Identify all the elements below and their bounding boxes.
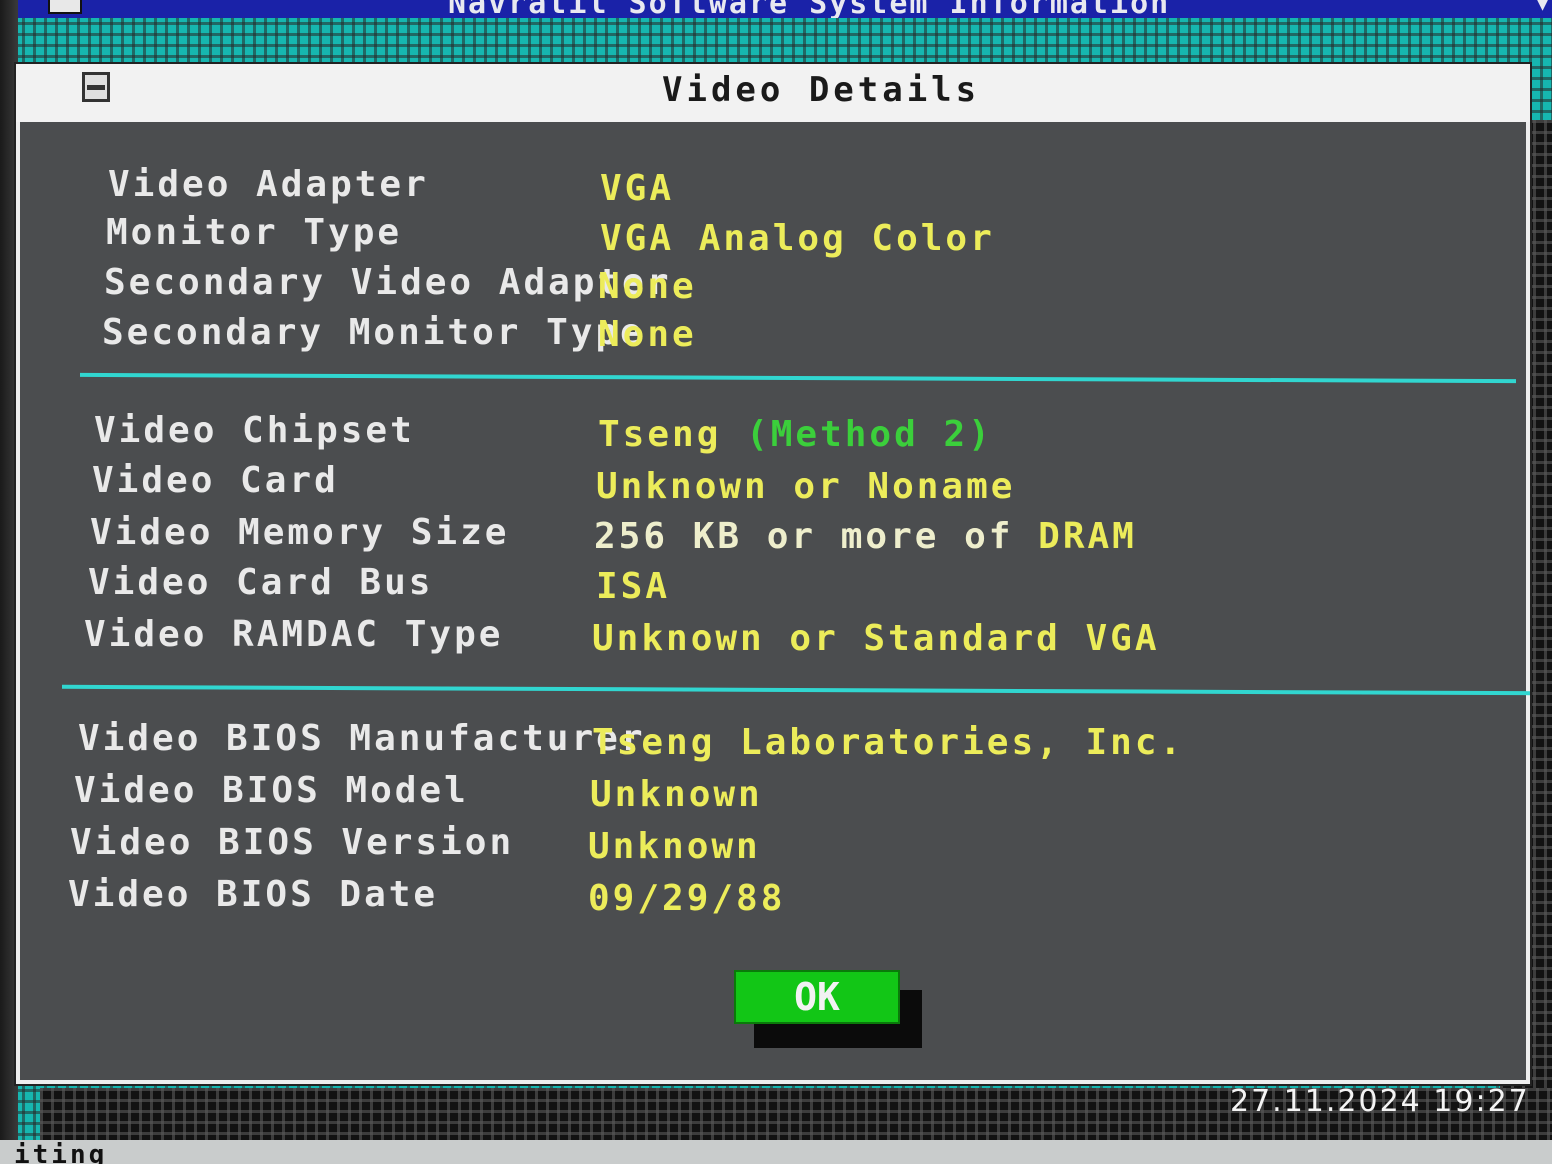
label-video-bios-manufacturer: Video BIOS Manufacturer — [78, 718, 646, 759]
value-video-ramdac-type: Unknown or Standard VGA — [592, 618, 1160, 659]
system-menu-button[interactable] — [82, 72, 110, 102]
label-video-ramdac-type: Video RAMDAC Type — [84, 614, 504, 655]
video-details-dialog: Video Details Video Adapter VGA Monitor … — [14, 62, 1532, 1086]
value-video-adapter: VGA — [600, 168, 675, 209]
value-video-bios-version: Unknown — [588, 826, 761, 867]
section-divider — [79, 372, 1517, 384]
value-video-bios-model: Unknown — [590, 774, 763, 815]
background-status-area: iting — [0, 1140, 1552, 1164]
label-monitor-type: Monitor Type — [106, 212, 403, 253]
background-status-text: iting — [14, 1140, 108, 1164]
value-monitor-type: VGA Analog Color — [600, 218, 995, 259]
minus-icon — [87, 85, 105, 90]
value-video-card-bus: ISA — [596, 566, 671, 607]
label-video-bios-version: Video BIOS Version — [70, 822, 515, 863]
value-video-memory-type: DRAM — [1038, 516, 1137, 557]
scroll-arrow-icon: ▼ — [1537, 0, 1548, 15]
value-secondary-video-adapter: None — [598, 266, 697, 307]
label-video-bios-model: Video BIOS Model — [74, 770, 469, 811]
details-panel: Video Adapter VGA Monitor Type VGA Analo… — [20, 122, 1531, 1080]
label-video-card-bus: Video Card Bus — [88, 562, 434, 603]
label-video-chipset: Video Chipset — [94, 410, 415, 451]
camera-timestamp: 27.11.2024 19:27 — [1230, 1084, 1530, 1119]
background-window-titlebar: Navratil Software System Information ▼ — [18, 0, 1552, 18]
section-divider — [61, 684, 1531, 696]
ok-button[interactable]: OK — [734, 970, 900, 1024]
dialog-title: Video Details — [662, 70, 981, 110]
value-video-card: Unknown or Noname — [596, 466, 1016, 507]
value-video-memory-amount: 256 KB or more of — [594, 516, 1014, 557]
value-video-chipset-method: (Method 2) — [746, 414, 993, 455]
dialog-titlebar: Video Details — [16, 64, 1530, 122]
value-secondary-monitor-type: None — [598, 314, 697, 355]
label-video-memory-size: Video Memory Size — [90, 512, 510, 553]
label-video-adapter: Video Adapter — [108, 164, 429, 205]
label-secondary-monitor-type: Secondary Monitor Type — [102, 312, 645, 353]
background-window-title: Navratil Software System Information — [448, 0, 1171, 18]
label-secondary-video-adapter: Secondary Video Adapter — [104, 262, 672, 303]
label-video-card: Video Card — [92, 460, 339, 501]
background-sysmenu-icon — [48, 0, 82, 14]
value-video-bios-date: 09/29/88 — [588, 878, 786, 919]
value-video-bios-manufacturer: Tseng Laboratories, Inc. — [592, 722, 1185, 763]
value-video-memory-size: 256 KB or more of DRAM — [594, 516, 1137, 557]
value-video-chipset: Tseng (Method 2) — [598, 414, 993, 455]
value-video-chipset-name: Tseng — [598, 414, 722, 455]
label-video-bios-date: Video BIOS Date — [68, 874, 439, 915]
